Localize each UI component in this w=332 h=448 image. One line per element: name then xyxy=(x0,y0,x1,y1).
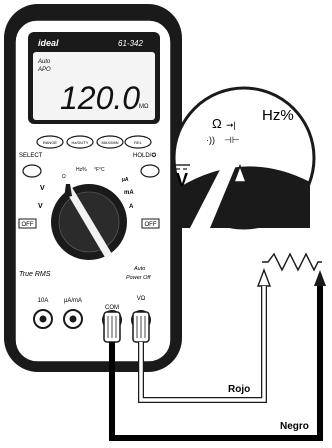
off-right-label: OFF xyxy=(145,222,157,228)
zoom-sound-symbol: ·)) xyxy=(206,135,215,145)
jack-label-10a: 10A xyxy=(38,298,49,304)
resistor-symbol xyxy=(262,252,322,272)
probe-red-tip xyxy=(256,268,272,287)
off-left-label: OFF xyxy=(22,222,34,228)
dial-label-hz: Hz% xyxy=(76,167,87,173)
lcd-reading: 120.0 xyxy=(60,80,140,116)
auto-label: Auto xyxy=(133,266,145,272)
select-button[interactable] xyxy=(22,164,42,178)
zoom-ohm-symbol: Ω xyxy=(212,116,222,131)
lcd-unit: MΩ xyxy=(139,104,149,110)
model-number: 61-342 xyxy=(118,39,143,48)
range-button-label: RANGE xyxy=(43,140,58,145)
zoom-cap-symbol: ⊣⊢ xyxy=(224,135,240,145)
zoom-hz-label: Hz% xyxy=(262,107,294,124)
select-label: SELECT xyxy=(19,153,43,159)
dial-label-temp: °F°C xyxy=(94,167,105,173)
resistor-circuit xyxy=(256,252,326,287)
red-lead-label: Rojo xyxy=(228,384,250,395)
rotary-dial[interactable] xyxy=(51,184,127,260)
dial-label-a: A xyxy=(129,204,134,210)
power-off-label: Power Off xyxy=(126,275,151,281)
dial-label-ma: mA xyxy=(124,190,134,196)
zoom-vdc-label: V xyxy=(176,170,188,190)
jack-label-ua-ma: µA/mA xyxy=(64,298,82,304)
dial-label-vdc: V xyxy=(40,185,45,192)
probe-black-tip xyxy=(314,270,326,286)
hold-label: HOLD/✪ xyxy=(133,152,156,159)
jack-label-v-ohm: VΩ xyxy=(137,296,146,302)
black-lead-label: Negro xyxy=(280,421,309,432)
multimeter-diagram: ideal 61-342 Auto APO 120.0 MΩ RANGE Hz/… xyxy=(4,4,326,441)
meter: ideal 61-342 Auto APO 120.0 MΩ RANGE Hz/… xyxy=(4,4,182,372)
rel-button-label: REL xyxy=(134,140,143,145)
true-rms-label: True RMS xyxy=(19,271,51,278)
lcd-mode-auto: Auto xyxy=(37,59,51,65)
zoom-callout: Hz% Ω ➞| ·)) ⊣⊢ V xyxy=(172,86,316,230)
lcd-mode-apo: APO xyxy=(37,67,51,73)
hz-duty-button-label: Hz/DUTY xyxy=(72,140,89,145)
dial-label-ua: µA xyxy=(122,177,129,183)
brand-logo: ideal xyxy=(38,38,59,48)
hold-button[interactable] xyxy=(140,164,160,178)
max-min-button-label: MAX/MIN xyxy=(101,140,118,145)
dial-label-ohm: Ω xyxy=(62,174,66,180)
zoom-diode-symbol: ➞| xyxy=(226,120,236,130)
dial-label-vac: V xyxy=(38,203,43,210)
